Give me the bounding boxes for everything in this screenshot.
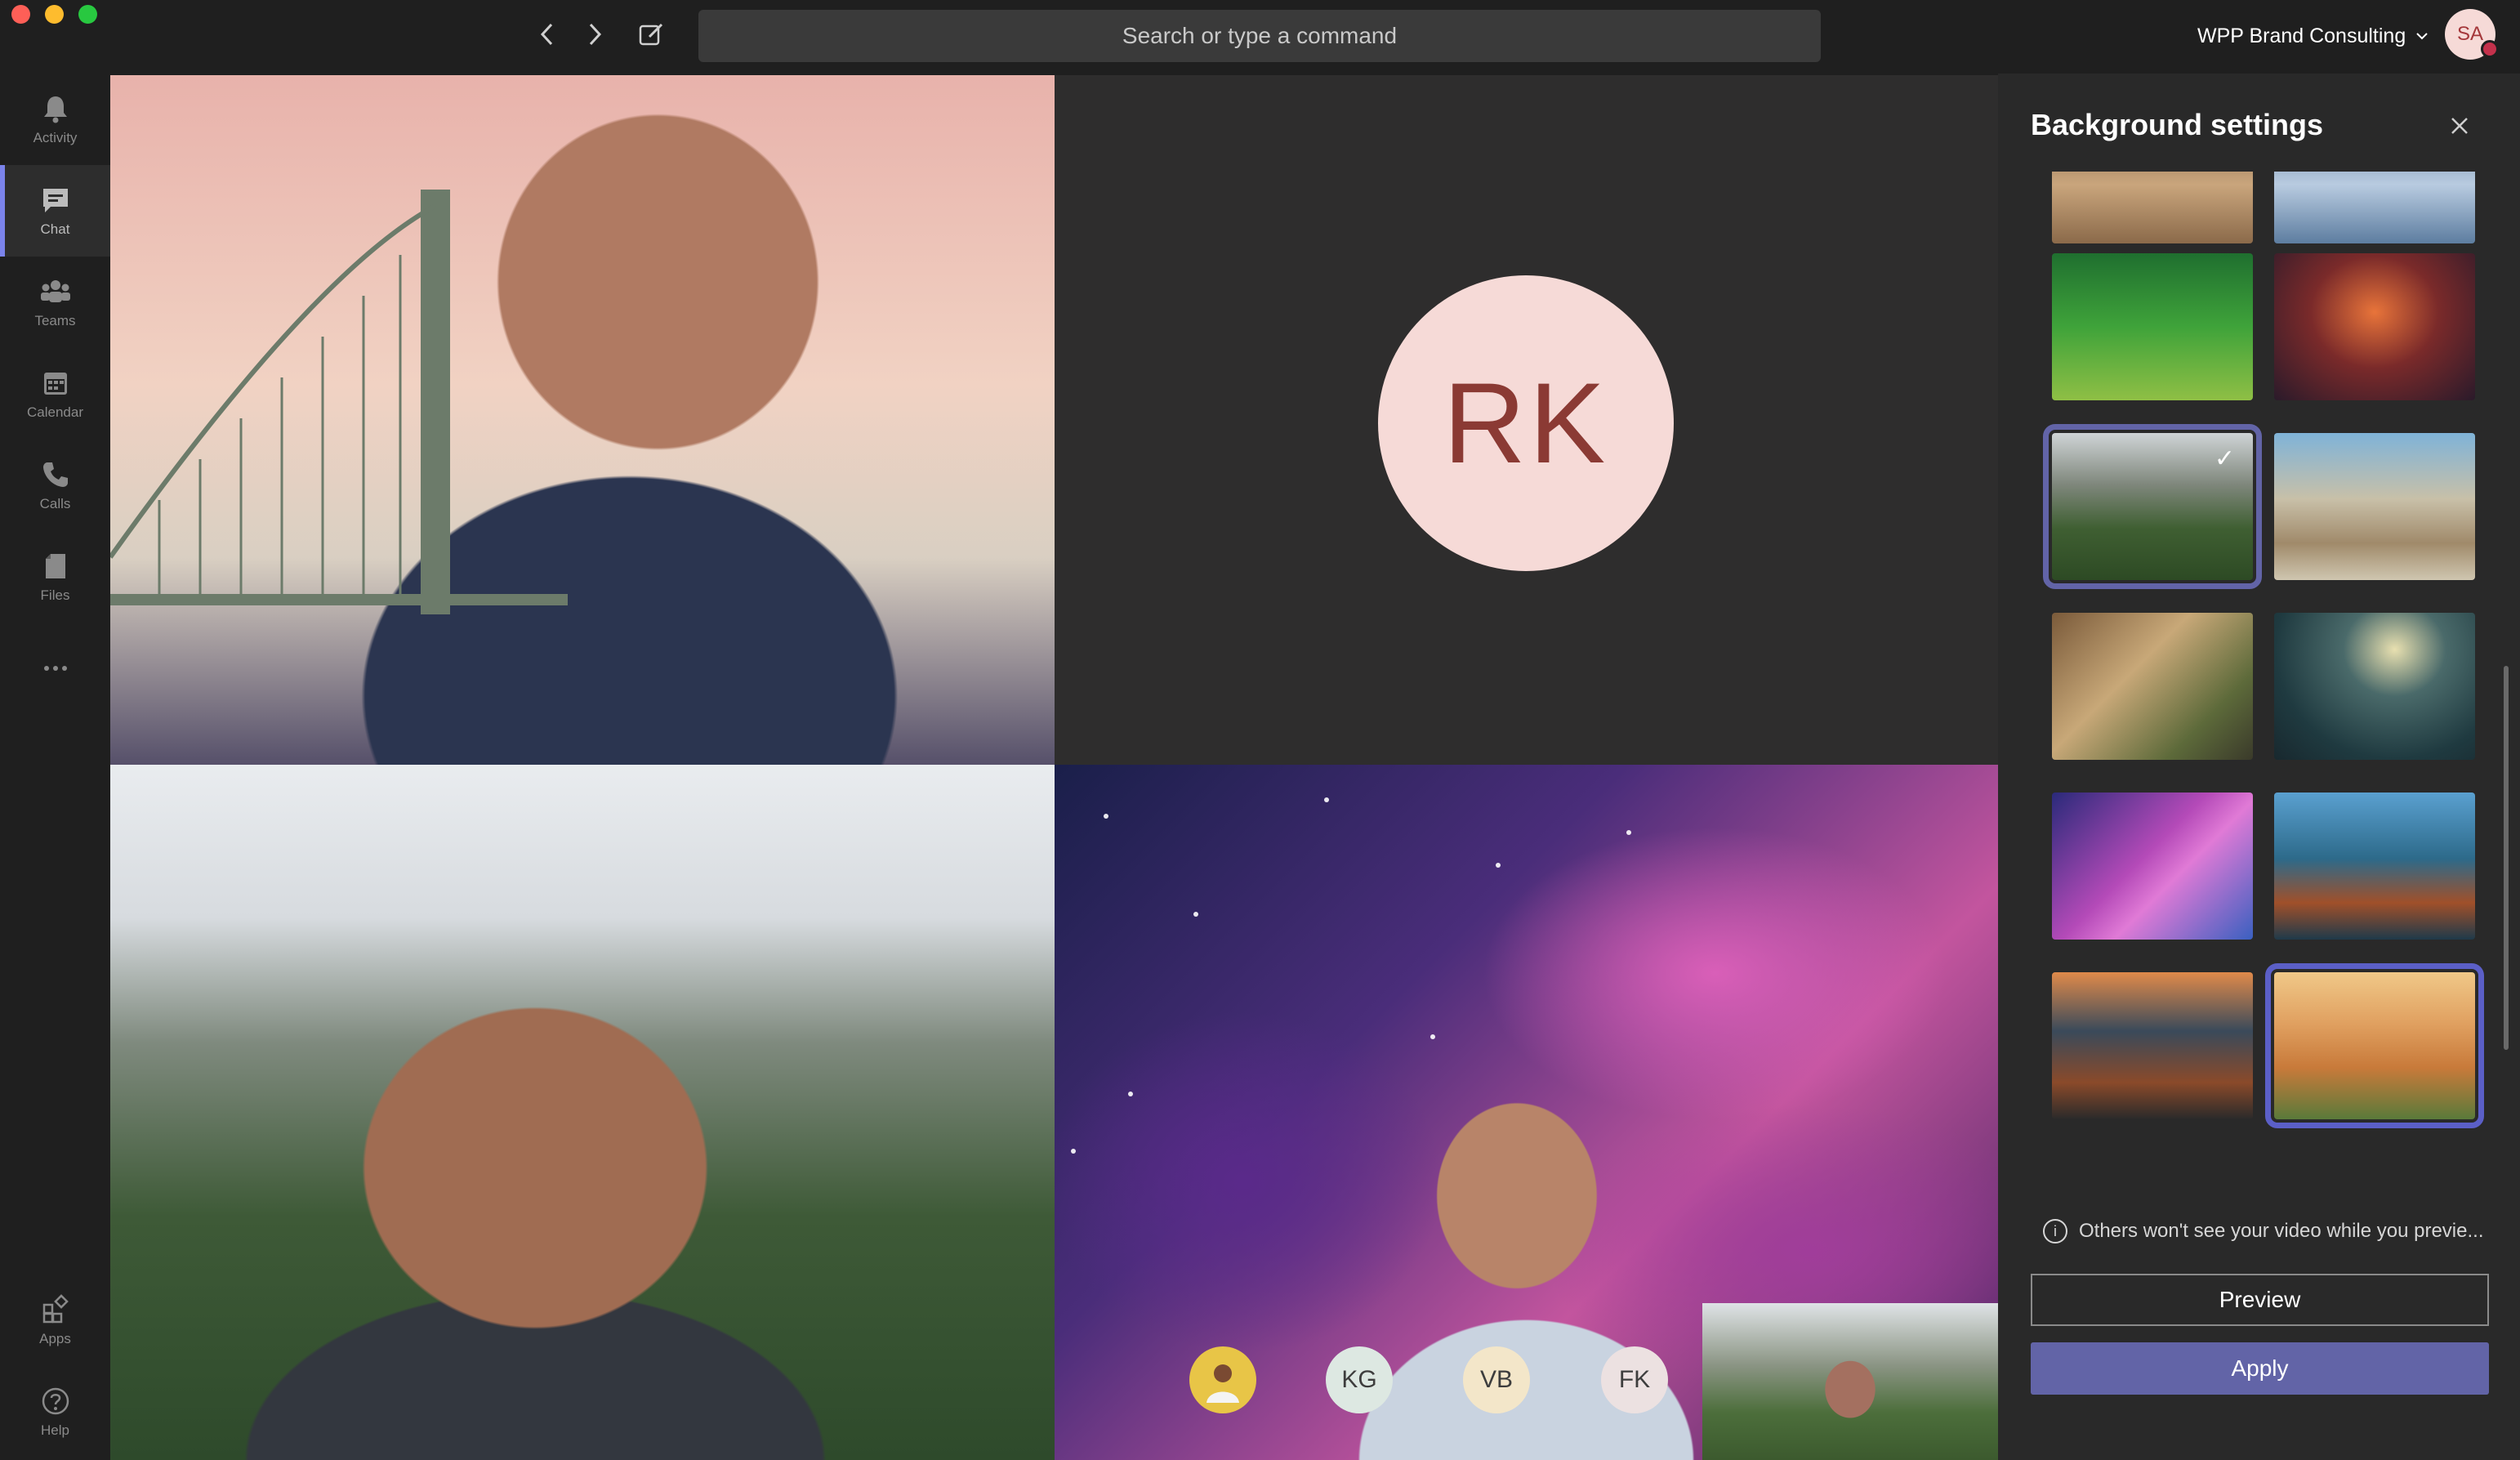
rail-item-label: Teams — [34, 313, 76, 328]
rail-item-label: Calls — [39, 496, 71, 511]
checkmark-icon: ✓ — [2214, 445, 2235, 472]
participant-mini-avatar[interactable] — [1189, 1346, 1256, 1413]
participant-tile-rk[interactable]: RK — [1055, 75, 1998, 765]
bridge-background-art — [110, 190, 568, 614]
star-decor — [1626, 830, 1631, 835]
participant-mini-avatar-vb[interactable]: VB — [1463, 1346, 1530, 1413]
zoom-window-button[interactable] — [78, 5, 97, 24]
rail-item-calendar[interactable]: Calendar — [0, 348, 110, 440]
panel-scrollbar[interactable] — [2504, 666, 2509, 1050]
back-button[interactable] — [529, 16, 565, 52]
status-busy-indicator — [2481, 40, 2499, 58]
search-input[interactable]: Search or type a command — [698, 10, 1821, 62]
org-switcher[interactable]: WPP Brand Consulting — [2197, 20, 2429, 52]
apply-button[interactable]: Apply — [2031, 1342, 2489, 1395]
chevron-right-icon — [589, 23, 602, 46]
star-decor — [1324, 797, 1329, 802]
help-icon — [42, 1387, 69, 1415]
phone-icon — [42, 462, 68, 487]
user-initials: SA — [2456, 23, 2483, 45]
rail-item-help[interactable]: Help — [0, 1366, 110, 1458]
participant-initials: VB — [1479, 1366, 1514, 1393]
title-bar: Search or type a command WPP Brand Consu… — [0, 0, 2520, 74]
rail-item-more[interactable] — [0, 623, 110, 714]
star-decor — [1128, 1092, 1133, 1096]
background-thumbnail[interactable] — [2274, 613, 2475, 760]
close-panel-button[interactable] — [2443, 109, 2476, 142]
background-thumbnail[interactable] — [2274, 433, 2475, 580]
participant-avatar-rk: RK — [1378, 275, 1674, 571]
background-thumbnail[interactable] — [2274, 253, 2475, 400]
background-thumbnail[interactable] — [2052, 972, 2253, 1119]
chevron-down-icon — [2416, 33, 2428, 40]
background-thumbnail[interactable] — [2052, 172, 2253, 243]
panel-title: Background settings — [2031, 108, 2324, 141]
rail-item-label: Apps — [39, 1331, 71, 1346]
file-icon — [45, 554, 65, 578]
participant-initials: FK — [1618, 1366, 1651, 1393]
participant-initials: RK — [1443, 359, 1609, 487]
rail-item-label: Chat — [40, 221, 70, 237]
rail-item-files[interactable]: Files — [0, 531, 110, 623]
star-decor — [1430, 1034, 1435, 1039]
background-thumbnail[interactable] — [2274, 793, 2475, 940]
new-chat-button[interactable] — [634, 16, 670, 52]
teams-icon — [40, 280, 70, 302]
teams-window: Search or type a command WPP Brand Consu… — [0, 0, 2520, 1460]
rail-item-label: Activity — [33, 130, 78, 145]
person-photo-icon — [1206, 1364, 1239, 1403]
rail-item-chat[interactable]: Chat — [0, 165, 110, 257]
close-window-button[interactable] — [11, 5, 30, 24]
background-thumbnail-grid: ✓ — [1998, 172, 2520, 1226]
background-thumbnail[interactable] — [2052, 613, 2253, 760]
star-decor — [1104, 814, 1108, 819]
preview-info-message: i Others won't see your video while you … — [2043, 1219, 2509, 1243]
bell-icon — [43, 96, 67, 123]
background-thumbnail-selected[interactable]: ✓ — [2043, 424, 2262, 589]
star-decor — [1496, 863, 1501, 868]
participant-mini-avatar-fk[interactable]: FK — [1601, 1346, 1668, 1413]
compose-icon — [639, 23, 663, 46]
rail-item-calls[interactable]: Calls — [0, 440, 110, 531]
rail-item-label: Calendar — [27, 404, 83, 420]
participant-initials: KG — [1341, 1366, 1377, 1393]
star-decor — [1193, 912, 1198, 917]
org-name: WPP Brand Consulting — [2197, 24, 2406, 47]
forward-button[interactable] — [577, 16, 613, 52]
rail-item-activity[interactable]: Activity — [0, 74, 110, 165]
info-icon: i — [2043, 1219, 2067, 1243]
background-thumbnail[interactable] — [2052, 253, 2253, 400]
background-thumbnail[interactable] — [2265, 963, 2484, 1128]
info-text: Others won't see your video while you pr… — [2079, 1220, 2484, 1242]
close-icon — [2451, 118, 2468, 134]
star-decor — [1071, 1149, 1076, 1154]
background-thumbnail[interactable] — [2274, 172, 2475, 243]
chat-icon — [42, 189, 68, 212]
chevron-left-icon — [540, 23, 553, 46]
participant-mini-avatar-kg[interactable]: KG — [1326, 1346, 1393, 1413]
calendar-icon — [43, 373, 67, 395]
participant-video-tile[interactable] — [110, 765, 1055, 1460]
self-video-preview[interactable] — [1702, 1303, 1998, 1460]
rail-item-teams[interactable]: Teams — [0, 257, 110, 348]
user-avatar[interactable]: SA — [2445, 9, 2499, 60]
minimize-window-button[interactable] — [45, 5, 64, 24]
more-icon — [43, 666, 67, 671]
rail-item-apps[interactable]: Apps — [0, 1275, 110, 1366]
rail-item-label: Help — [41, 1422, 69, 1438]
background-thumbnail[interactable] — [2052, 793, 2253, 940]
rail-item-label: Files — [40, 587, 70, 603]
background-settings-panel: Background settings ✓ i Others won't see… — [1998, 74, 2520, 1460]
participant-video-tile[interactable] — [110, 75, 1055, 765]
preview-button[interactable]: Preview — [2031, 1274, 2489, 1326]
app-rail: Activity Chat Teams Calendar Calls Files… — [0, 74, 110, 1460]
apps-icon — [42, 1294, 69, 1324]
